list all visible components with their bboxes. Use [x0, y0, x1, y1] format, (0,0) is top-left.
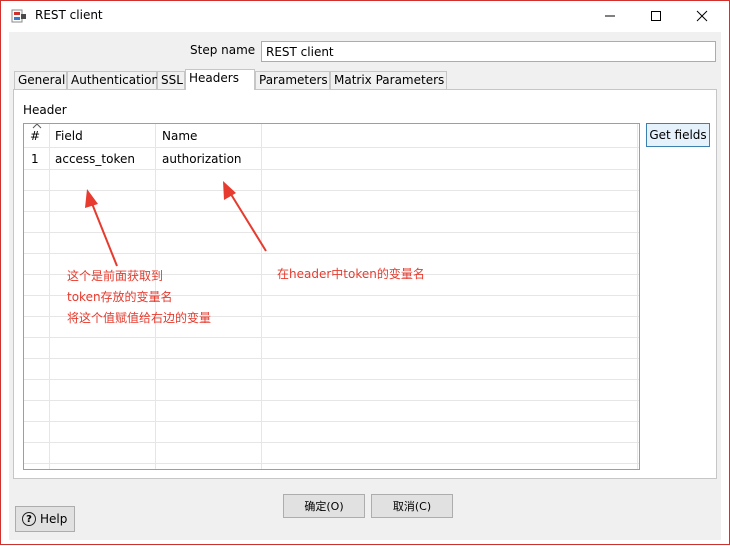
tab-general[interactable]: General: [14, 71, 67, 89]
field-cell[interactable]: access_token: [55, 152, 135, 166]
row-divider: [24, 169, 639, 170]
close-icon: [696, 10, 708, 22]
help-label: Help: [40, 512, 68, 526]
row-divider: [24, 337, 639, 338]
annotation-left: 这个是前面获取到 token存放的变量名 将这个值赋值给右边的变量: [67, 266, 211, 329]
window-title: REST client: [35, 8, 103, 22]
close-button[interactable]: [679, 1, 725, 31]
column-separator: [637, 124, 638, 469]
row-divider: [24, 358, 639, 359]
tab-label: Matrix Parameters: [334, 73, 445, 87]
question-circle-icon: ?: [22, 512, 36, 526]
minimize-button[interactable]: [587, 1, 633, 31]
tab-ssl[interactable]: SSL: [157, 71, 185, 89]
row-divider: [24, 147, 639, 148]
tab-label: Parameters: [259, 73, 328, 87]
row-divider: [24, 253, 639, 254]
header-section-label: Header: [23, 103, 67, 117]
column-separator: [49, 124, 50, 469]
cancel-button[interactable]: 取消(C): [371, 494, 453, 518]
tab-label: General: [18, 73, 66, 87]
minimize-icon: [605, 15, 615, 17]
row-divider: [24, 400, 639, 401]
step-name-input[interactable]: [261, 41, 716, 62]
title-bar: REST client: [1, 1, 729, 31]
tab-label: Authentication: [71, 73, 160, 87]
column-separator: [261, 124, 262, 469]
annotation-left-line3: 将这个值赋值给右边的变量: [67, 311, 212, 325]
name-cell[interactable]: authorization: [162, 152, 242, 166]
tab-label: Headers: [189, 71, 239, 85]
annotation-right: 在header中token的变量名: [277, 267, 425, 281]
row-divider: [24, 421, 639, 422]
rest-client-app-icon: [11, 9, 26, 23]
row-divider: [24, 232, 639, 233]
row-divider: [24, 211, 639, 212]
annotation-left-line1: 这个是前面获取到: [67, 269, 164, 283]
annotation-left-line2: token存放的变量名: [67, 290, 173, 304]
column-header-number[interactable]: #: [30, 129, 40, 143]
get-fields-button[interactable]: Get fields: [646, 123, 710, 147]
row-divider: [24, 379, 639, 380]
tab-label: SSL: [161, 73, 183, 87]
rest-client-dialog: REST client Step name General Authentica…: [0, 0, 730, 545]
column-header-field[interactable]: Field: [55, 129, 83, 143]
ok-button[interactable]: 确定(O): [283, 494, 365, 518]
row-divider: [24, 463, 639, 464]
column-header-name[interactable]: Name: [162, 129, 197, 143]
maximize-icon: [651, 11, 661, 21]
tab-authentication[interactable]: Authentication: [67, 71, 160, 89]
row-divider: [24, 190, 639, 191]
maximize-button[interactable]: [633, 1, 679, 31]
row-divider: [24, 442, 639, 443]
tab-headers[interactable]: Headers: [185, 69, 255, 90]
tab-matrix-parameters[interactable]: Matrix Parameters: [330, 71, 447, 89]
row-number-cell: 1: [31, 152, 39, 166]
tab-parameters[interactable]: Parameters: [255, 71, 330, 89]
help-button[interactable]: ? Help: [15, 506, 75, 532]
step-name-label: Step name: [190, 43, 256, 57]
